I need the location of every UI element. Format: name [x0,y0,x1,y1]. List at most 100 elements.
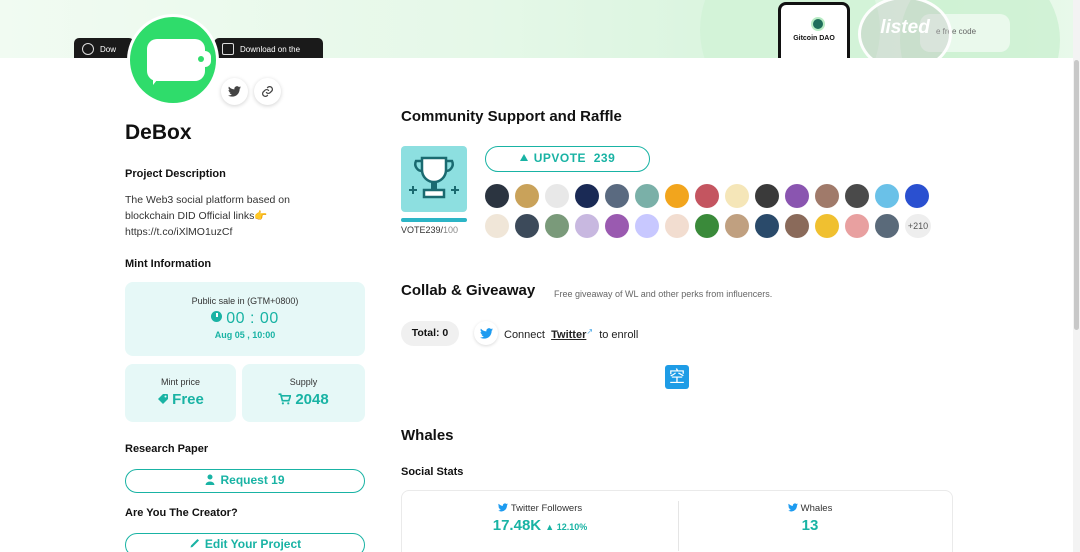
app-store-badge: Dow [74,38,134,58]
cart-icon [278,393,292,405]
download-badge: Download on the [214,38,323,58]
sale-countdown: 00 : 00 [125,310,365,328]
scrollbar-thumb[interactable] [1074,60,1079,330]
whales-label-text: Whales [800,503,833,514]
voter-avatar[interactable] [635,214,659,238]
collab-giveaway-heading: Collab & Giveaway [401,282,536,299]
supply-box: Supply 2048 [242,364,365,422]
twitter-icon [479,327,493,339]
voter-avatar[interactable] [845,184,869,208]
public-sale-label: Public sale in (GTM+0800) [191,296,299,306]
voter-avatar[interactable] [845,214,869,238]
gitcoin-logo-icon [811,17,825,31]
twitter-followers-label: Twitter Followers [402,503,678,514]
research-paper-heading: Research Paper [125,443,209,455]
edit-project-label: Edit Your Project [204,537,302,551]
twitter-followers-stat: Twitter Followers 17.48K ▲ 12.10% [402,503,678,534]
social-stats-card: Twitter Followers 17.48K ▲ 12.10% Whales… [401,490,953,552]
store-badge-label: Dow [100,45,117,54]
social-stats-heading: Social Stats [401,466,464,478]
external-link-icon: ↗ [586,327,594,336]
website-link-button[interactable] [254,78,281,105]
edit-project-button[interactable]: Edit Your Project [125,533,365,552]
mint-information-heading: Mint Information [125,258,212,270]
connect-prefix: Connect [504,329,545,341]
twitter-connect-icon-button[interactable] [474,321,498,345]
page-scrollbar[interactable] [1073,0,1080,552]
connect-twitter-text: Connect Twitter↗ to enroll [504,327,638,341]
voter-avatar[interactable] [695,184,719,208]
whales-label: Whales [679,503,941,514]
upvote-arrow-icon [519,154,528,161]
voter-avatar[interactable] [665,184,689,208]
creator-heading: Are You The Creator? [125,507,238,519]
mint-price-value: Free [125,391,236,408]
voter-avatar[interactable] [875,214,899,238]
project-avatar [127,14,219,106]
whales-stat: Whales 13 [679,503,941,534]
voter-avatar[interactable] [815,184,839,208]
partner-name: Gitcoin DAO [793,35,835,42]
twitter-followers-number: 17.48K [492,517,542,534]
collab-subtitle: Free giveaway of WL and other perks from… [554,289,773,299]
voter-avatar[interactable] [905,184,929,208]
mint-price-text: Free [172,391,204,408]
supply-text: 2048 [295,391,329,408]
vote-progress-bar [401,218,467,222]
voter-avatar[interactable] [665,214,689,238]
project-description: The Web3 social platform based on blockc… [125,194,290,238]
listed-badge-text: listed [880,17,930,38]
whales-heading: Whales [401,427,454,444]
giveaway-total-badge: Total: 0 [401,321,459,346]
trophy-icon [409,156,459,199]
voter-avatar[interactable] [575,214,599,238]
trophy-image [401,146,467,212]
twitter-icon [497,503,508,512]
voter-avatar[interactable] [815,214,839,238]
twitter-followers-value: 17.48K ▲ 12.10% [402,517,678,534]
project-name: DeBox [125,121,192,144]
vote-count-caption: VOTE239/100 [401,225,458,235]
empty-state-icon: 空 [665,365,689,389]
voter-avatar[interactable] [545,184,569,208]
followers-change: ▲ 12.10% [545,522,588,532]
voter-avatar[interactable] [605,184,629,208]
wallet-logo-icon [147,39,211,85]
voter-avatar[interactable] [785,184,809,208]
voter-avatar[interactable] [515,184,539,208]
voter-avatar[interactable] [545,214,569,238]
sale-date: Aug 05 , 10:00 [214,330,276,340]
voter-avatar[interactable] [785,214,809,238]
twitter-link-button[interactable] [221,78,248,105]
project-description-heading: Project Description [125,168,226,180]
twitter-icon [228,86,241,97]
voter-avatar[interactable] [725,184,749,208]
app-icon [82,43,94,55]
request-label: Request 19 [220,473,285,487]
public-sale-box: Public sale in (GTM+0800) 00 : 00 Aug 05… [125,282,365,356]
vote-current: VOTE239/ [401,225,444,235]
voter-avatar[interactable] [725,214,749,238]
user-icon [205,474,215,485]
countdown-value: 00 : 00 [226,310,279,327]
vote-max: 100 [443,225,459,235]
voter-avatar[interactable] [605,214,629,238]
voter-avatar[interactable] [695,214,719,238]
voter-avatar[interactable] [755,214,779,238]
upvote-button[interactable]: UPVOTE 239 [485,146,650,172]
request-research-button[interactable]: Request 19 [125,469,365,493]
voter-avatar[interactable] [575,184,599,208]
more-voters-badge[interactable]: +210 [905,214,931,238]
connect-twitter-link[interactable]: Twitter [551,329,586,341]
link-icon [262,86,273,97]
voter-avatar[interactable] [755,184,779,208]
voter-avatar[interactable] [485,214,509,238]
voter-avatar[interactable] [515,214,539,238]
voter-avatar[interactable] [485,184,509,208]
partner-phone-card: Gitcoin DAO [778,2,850,58]
voter-avatar[interactable] [875,184,899,208]
followers-change-value: 12.10% [556,522,588,532]
clock-icon [211,311,223,322]
voter-avatar[interactable] [635,184,659,208]
mint-price-label: Mint price [160,377,200,387]
